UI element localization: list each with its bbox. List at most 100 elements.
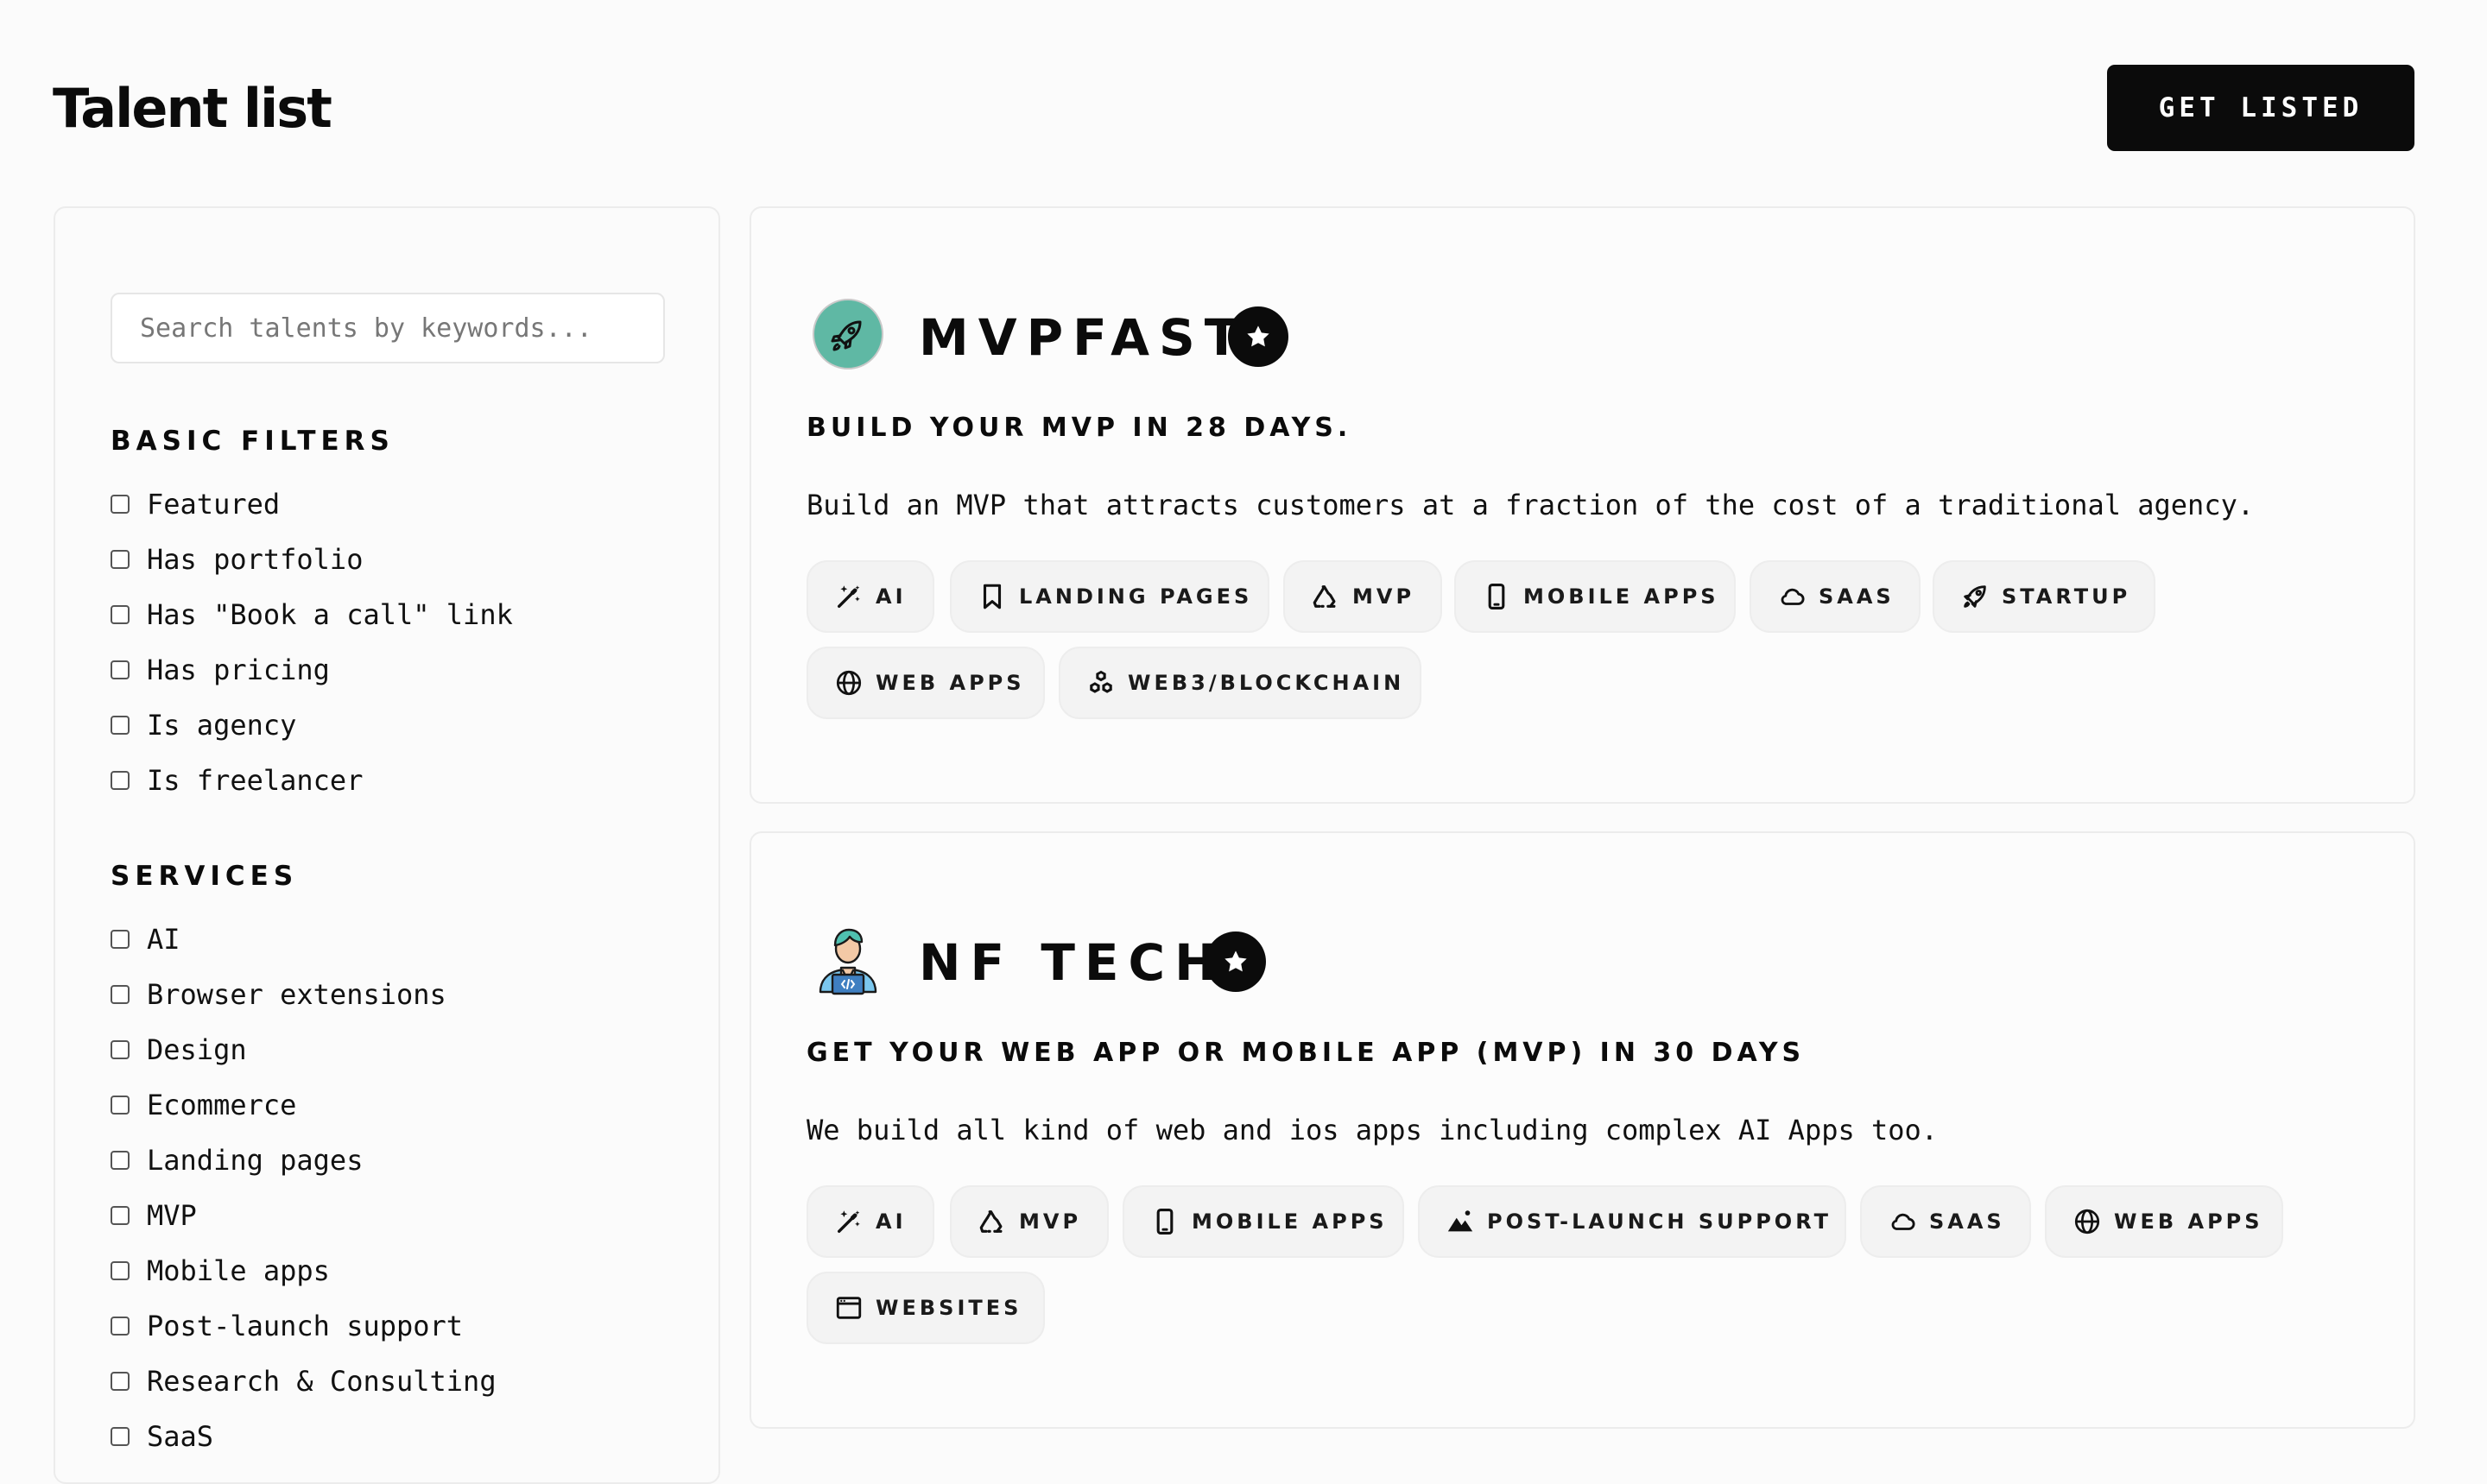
tag-websites[interactable]: WEBSITES — [807, 1272, 1045, 1344]
filter-label: SaaS — [147, 1420, 214, 1453]
checkbox[interactable] — [111, 550, 130, 569]
service-mobile-apps[interactable]: Mobile apps — [111, 1243, 497, 1298]
tag-web-apps[interactable]: WEB APPS — [2045, 1185, 2283, 1258]
service-landing-pages[interactable]: Landing pages — [111, 1133, 497, 1188]
service-saas[interactable]: SaaS — [111, 1409, 497, 1464]
checkbox[interactable] — [111, 495, 130, 514]
service-browser-extensions[interactable]: Browser extensions — [111, 967, 497, 1022]
filter-has-book-a-call[interactable]: Has "Book a call" link — [111, 587, 513, 642]
filter-sidebar: BASIC FILTERS Featured Has portfolio Has… — [54, 206, 720, 1484]
service-ai[interactable]: AI — [111, 912, 497, 967]
talent-name[interactable]: MVPFAST — [919, 307, 1248, 368]
developer-avatar-icon — [812, 923, 884, 995]
filter-label: Is freelancer — [147, 764, 364, 797]
filter-label: Research & Consulting — [147, 1365, 497, 1398]
star-icon — [1228, 306, 1288, 367]
filter-label: Has portfolio — [147, 543, 364, 576]
checkbox[interactable] — [111, 605, 130, 624]
talent-card[interactable]: NF TECH GET YOUR WEB APP OR MOBILE APP (… — [750, 831, 2415, 1429]
tag-label: AI — [876, 1209, 907, 1234]
filter-label: Mobile apps — [147, 1254, 330, 1287]
checkbox[interactable] — [111, 930, 130, 949]
service-mvp[interactable]: MVP — [111, 1188, 497, 1243]
tag-web-apps[interactable]: WEB APPS — [807, 647, 1045, 719]
service-research-consulting[interactable]: Research & Consulting — [111, 1354, 497, 1409]
tag-label: AI — [876, 584, 907, 609]
service-post-launch-support[interactable]: Post-launch support — [111, 1298, 497, 1354]
service-ecommerce[interactable]: Ecommerce — [111, 1077, 497, 1133]
tag-mvp[interactable]: MVP — [950, 1185, 1109, 1258]
filter-label: Ecommerce — [147, 1089, 297, 1121]
talent-description: Build an MVP that attracts customers at … — [807, 489, 2255, 521]
tag-label: STARTUP — [2002, 584, 2131, 609]
service-design[interactable]: Design — [111, 1022, 497, 1077]
star-icon — [1206, 931, 1266, 992]
checkbox[interactable] — [111, 660, 130, 679]
globe-icon — [836, 670, 862, 696]
tag-mobile-apps[interactable]: MOBILE APPS — [1123, 1185, 1404, 1258]
tag-label: WEBSITES — [876, 1296, 1022, 1320]
tag-label: POST-LAUNCH SUPPORT — [1487, 1209, 1832, 1234]
bookmark-icon — [983, 584, 1002, 609]
filter-label: Post-launch support — [147, 1310, 464, 1342]
talent-card[interactable]: MVPFAST BUILD YOUR MVP IN 28 DAYS. Build… — [750, 206, 2415, 804]
checkbox[interactable] — [111, 1372, 130, 1391]
tag-saas[interactable]: SAAS — [1750, 560, 1921, 633]
tag-landing-pages[interactable]: LANDING PAGES — [950, 560, 1269, 633]
tag-label: WEB APPS — [876, 671, 1025, 695]
tag-mvp[interactable]: MVP — [1283, 560, 1442, 633]
tag-label: MVP — [1019, 1209, 1082, 1234]
filter-label: Browser extensions — [147, 978, 446, 1011]
rocket-icon — [812, 298, 884, 370]
checkbox[interactable] — [111, 1317, 130, 1336]
talent-tagline: BUILD YOUR MVP IN 28 DAYS. — [807, 413, 1352, 443]
checkbox[interactable] — [111, 1040, 130, 1059]
checkbox[interactable] — [111, 1427, 130, 1446]
tag-post-launch-support[interactable]: POST-LAUNCH SUPPORT — [1418, 1185, 1846, 1258]
tag-label: WEB3/BLOCKCHAIN — [1128, 671, 1405, 695]
checkbox[interactable] — [111, 1206, 130, 1225]
filter-label: AI — [147, 923, 180, 956]
tag-label: WEB APPS — [2114, 1209, 2263, 1234]
tag-mobile-apps[interactable]: MOBILE APPS — [1454, 560, 1736, 633]
smartphone-icon — [1488, 583, 1505, 610]
tag-label: MOBILE APPS — [1523, 584, 1719, 609]
filter-is-agency[interactable]: Is agency — [111, 698, 513, 753]
tag-label: MVP — [1352, 584, 1415, 609]
page-title: Talent list — [53, 77, 332, 140]
filter-has-portfolio[interactable]: Has portfolio — [111, 532, 513, 587]
tag-ai[interactable]: AI — [807, 560, 934, 633]
tag-label: LANDING PAGES — [1019, 584, 1253, 609]
cubes-icon — [1090, 670, 1112, 693]
tag-web3-blockchain[interactable]: WEB3/BLOCKCHAIN — [1059, 647, 1421, 719]
mountain-icon — [1447, 1210, 1473, 1232]
tag-saas[interactable]: SAAS — [1860, 1185, 2031, 1258]
search-input[interactable] — [111, 293, 665, 363]
globe-icon — [2074, 1209, 2100, 1235]
filter-label: Has "Book a call" link — [147, 598, 513, 631]
browser-window-icon — [836, 1297, 862, 1319]
recycle-icon — [1313, 585, 1336, 608]
talent-description: We build all kind of web and ios apps in… — [807, 1114, 1939, 1146]
magic-wand-icon — [837, 1210, 860, 1234]
filter-label: Is agency — [147, 709, 297, 742]
filter-has-pricing[interactable]: Has pricing — [111, 642, 513, 698]
checkbox[interactable] — [111, 985, 130, 1004]
talent-name[interactable]: NF TECH — [919, 932, 1226, 993]
tag-ai[interactable]: AI — [807, 1185, 934, 1258]
recycle-icon — [979, 1210, 1003, 1233]
tag-label: SAAS — [1819, 584, 1895, 609]
checkbox[interactable] — [111, 771, 130, 790]
tag-startup[interactable]: STARTUP — [1933, 560, 2155, 633]
checkbox[interactable] — [111, 1151, 130, 1170]
filter-featured[interactable]: Featured — [111, 477, 513, 532]
filter-label: Has pricing — [147, 654, 330, 686]
checkbox[interactable] — [111, 1096, 130, 1115]
filter-label: Landing pages — [147, 1144, 364, 1177]
checkbox[interactable] — [111, 716, 130, 735]
get-listed-button[interactable]: GET LISTED — [2107, 65, 2414, 151]
filter-is-freelancer[interactable]: Is freelancer — [111, 753, 513, 808]
checkbox[interactable] — [111, 1261, 130, 1280]
basic-filters-heading: BASIC FILTERS — [111, 426, 395, 457]
rocket-icon — [1964, 585, 1986, 608]
